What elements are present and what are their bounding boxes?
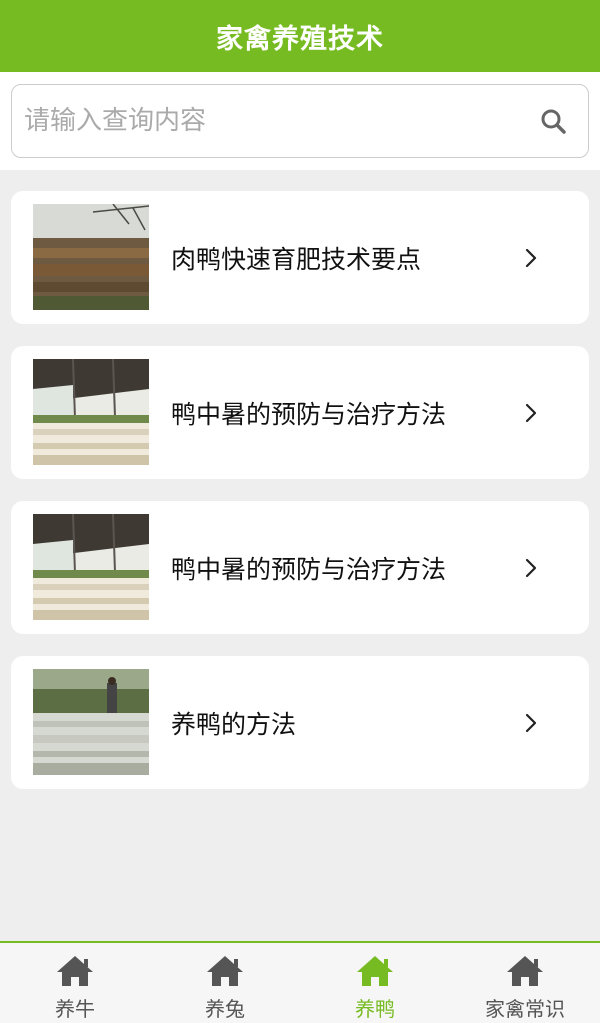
home-icon bbox=[57, 956, 93, 986]
article-title: 养鸭的方法 bbox=[171, 709, 297, 739]
chevron-right-icon bbox=[521, 711, 541, 735]
list-item[interactable]: 养鸭的方法 bbox=[11, 656, 589, 789]
nav-item-duck[interactable]: 养鸭 bbox=[300, 943, 450, 1023]
search-section bbox=[0, 72, 600, 170]
nav-label: 养牛 bbox=[55, 997, 95, 1021]
list-item[interactable]: 鸭中暑的预防与治疗方法 bbox=[11, 346, 589, 479]
app-root: 家禽养殖技术 请输入查询内容 肉鸭快速育肥技术要点 鸭中暑的预防与治疗方法 鸭中… bbox=[0, 0, 600, 1023]
home-icon bbox=[357, 956, 393, 986]
article-thumbnail bbox=[33, 359, 149, 465]
article-title: 鸭中暑的预防与治疗方法 bbox=[171, 554, 447, 584]
home-icon bbox=[507, 956, 543, 986]
chevron-right-icon bbox=[521, 246, 541, 270]
search-box[interactable] bbox=[11, 84, 589, 158]
chevron-right-icon bbox=[521, 401, 541, 425]
nav-label: 养兔 bbox=[205, 997, 245, 1021]
search-icon[interactable] bbox=[538, 106, 568, 136]
list-item[interactable]: 鸭中暑的预防与治疗方法 bbox=[11, 501, 589, 634]
search-input[interactable] bbox=[24, 106, 538, 136]
nav-item-rabbit[interactable]: 养兔 bbox=[150, 943, 300, 1023]
nav-item-poultry-knowledge[interactable]: 家禽常识 bbox=[450, 943, 600, 1023]
article-list: 肉鸭快速育肥技术要点 鸭中暑的预防与治疗方法 鸭中暑的预防与治疗方法 养鸭的方法 bbox=[11, 191, 589, 811]
nav-label: 养鸭 bbox=[355, 997, 395, 1021]
nav-label: 家禽常识 bbox=[485, 997, 565, 1021]
home-icon bbox=[207, 956, 243, 986]
page-title: 家禽养殖技术 bbox=[216, 23, 384, 55]
article-title: 肉鸭快速育肥技术要点 bbox=[171, 244, 422, 274]
bottom-nav: 养牛 养兔 养鸭 家禽常识 bbox=[0, 941, 600, 1023]
list-item[interactable]: 肉鸭快速育肥技术要点 bbox=[11, 191, 589, 324]
nav-item-cattle[interactable]: 养牛 bbox=[0, 943, 150, 1023]
article-thumbnail bbox=[33, 204, 149, 310]
chevron-right-icon bbox=[521, 556, 541, 580]
article-thumbnail bbox=[33, 514, 149, 620]
article-thumbnail bbox=[33, 669, 149, 775]
article-title: 鸭中暑的预防与治疗方法 bbox=[171, 399, 447, 429]
app-header: 家禽养殖技术 bbox=[0, 0, 600, 72]
